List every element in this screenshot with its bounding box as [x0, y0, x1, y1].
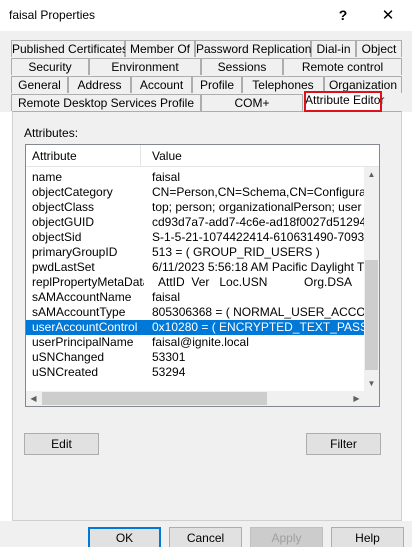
tab-dial-in[interactable]: Dial-in — [311, 40, 356, 57]
table-row[interactable]: pwdLastSet 6/11/2023 5:56:18 AM Pacific D… — [26, 260, 364, 275]
attribute-name-cell: objectClass — [32, 200, 95, 214]
table-row[interactable]: uSNChanged 53301 — [26, 350, 364, 365]
close-icon[interactable]: ✕ — [368, 2, 408, 28]
attribute-value-cell: 513 = ( GROUP_RID_USERS ) — [152, 245, 320, 259]
list-rows: name faisal objectCategory CN=Person,CN=Sch… — [26, 170, 364, 380]
attribute-name-cell: objectSid — [32, 230, 82, 244]
tab-security[interactable]: Security — [11, 58, 89, 75]
attribute-value-cell: 805306368 = ( NORMAL_USER_ACCOUNT ) — [152, 305, 364, 319]
table-row[interactable]: primaryGroupID 513 = ( GROUP_RID_USERS ) — [26, 245, 364, 260]
attributes-label: Attributes: — [24, 126, 79, 140]
ok-button[interactable]: OK — [88, 527, 161, 547]
attributes-list[interactable]: Attribute Value name faisal objectCategory… — [25, 144, 380, 407]
tab-remote-control[interactable]: Remote control — [283, 58, 402, 75]
column-header-value[interactable]: Value — [152, 149, 182, 163]
tab-remote-desktop-services-profile[interactable]: Remote Desktop Services Profile — [11, 94, 201, 111]
attribute-value-cell: cd93d7a7-add7-4c6e-ad18f0027d51294a — [152, 215, 364, 229]
vertical-scroll-thumb[interactable] — [365, 260, 378, 370]
tab-member-of[interactable]: Member Of — [125, 40, 195, 57]
attribute-value-cell: top; person; organizationalPerson; user — [152, 200, 362, 214]
tab-object[interactable]: Object — [356, 40, 402, 57]
horizontal-scroll-thumb[interactable] — [42, 392, 267, 405]
attribute-value-cell: 53301 — [152, 350, 186, 364]
scroll-down-icon[interactable]: ▼ — [364, 376, 379, 391]
horizontal-scrollbar[interactable]: ◀ ▶ — [26, 391, 364, 406]
list-header: Attribute Value — [26, 145, 379, 167]
vertical-scrollbar[interactable]: ▲ ▼ — [364, 167, 379, 391]
tab-address[interactable]: Address — [68, 76, 131, 93]
attribute-name-cell: sAMAccountType — [32, 305, 126, 319]
tab-sessions[interactable]: Sessions — [201, 58, 283, 75]
table-row[interactable]: sAMAccountType 805306368 = ( NORMAL_USER_… — [26, 305, 364, 320]
tab-environment[interactable]: Environment — [89, 58, 201, 75]
attribute-value-cell: CN=Person,CN=Schema,CN=Configuration,DC — [152, 185, 364, 199]
attribute-editor-panel: Attributes: Attribute Value name faisal ob… — [12, 111, 402, 521]
attribute-value-cell: 0x10280 = ( ENCRYPTED_TEXT_PASSWORD — [152, 320, 364, 334]
window-title: faisal Properties — [9, 8, 96, 22]
attribute-value-cell: faisal@ignite.local — [152, 335, 249, 349]
table-row[interactable]: replPropertyMetaData AttID Ver Loc.USN O… — [26, 275, 364, 290]
table-row[interactable]: objectCategory CN=Person,CN=Schema,CN=Con… — [26, 185, 364, 200]
title-bar: faisal Properties ? ✕ — [0, 0, 412, 31]
table-row[interactable]: sAMAccountName faisal — [26, 290, 364, 305]
attribute-name-cell: objectGUID — [32, 215, 95, 229]
attribute-name-cell: objectCategory — [32, 185, 113, 199]
attribute-name-cell: pwdLastSet — [32, 260, 95, 274]
tab-attribute-editor[interactable]: Attribute Editor — [304, 91, 384, 112]
table-row[interactable]: objectClass top; person; organizationalPe… — [26, 200, 364, 215]
attribute-value-cell: faisal — [152, 170, 181, 184]
tab-account[interactable]: Account — [131, 76, 192, 93]
apply-button[interactable]: Apply — [250, 527, 323, 547]
table-row[interactable]: objectGUID cd93d7a7-add7-4c6e-ad18f0027d5… — [26, 215, 364, 230]
scroll-up-icon[interactable]: ▲ — [364, 167, 379, 182]
tab-strip: Published Certificates Member Of Passwor… — [0, 31, 412, 112]
table-row[interactable]: name faisal — [26, 170, 364, 185]
scroll-right-icon[interactable]: ▶ — [349, 391, 364, 406]
help-button[interactable]: Help — [331, 527, 404, 547]
scrollbar-corner — [364, 391, 379, 406]
tab-general[interactable]: General — [11, 76, 68, 93]
attribute-name-cell: sAMAccountName — [32, 290, 132, 304]
attribute-value-cell: S-1-5-21-1074422414-610631490-709371673 — [152, 230, 364, 244]
attribute-name-cell: uSNCreated — [32, 365, 99, 379]
attribute-name-cell: replPropertyMetaData — [32, 275, 144, 289]
scroll-left-icon[interactable]: ◀ — [26, 391, 41, 406]
attribute-value-cell: 6/11/2023 5:56:18 AM Pacific Daylight Ti… — [152, 260, 364, 274]
attribute-name-cell: userAccountControl — [32, 320, 138, 334]
column-header-attribute[interactable]: Attribute — [32, 149, 77, 163]
table-row[interactable]: objectSid S-1-5-21-1074422414-610631490-7… — [26, 230, 364, 245]
attribute-value-cell: 53294 — [152, 365, 186, 379]
tab-password-replication[interactable]: Password Replication — [195, 40, 311, 57]
attribute-name-cell: name — [32, 170, 63, 184]
attribute-value-cell: faisal — [152, 290, 181, 304]
table-row[interactable]: userPrincipalName faisal@ignite.local — [26, 335, 364, 350]
table-row[interactable]: userAccountControl 0x10280 = ( ENCRYPTED_… — [26, 320, 364, 335]
attribute-name-cell: primaryGroupID — [32, 245, 118, 259]
tab-profile[interactable]: Profile — [192, 76, 242, 93]
attribute-name-cell: uSNChanged — [32, 350, 105, 364]
column-divider[interactable] — [140, 145, 141, 167]
cancel-button[interactable]: Cancel — [169, 527, 242, 547]
tab-com-plus[interactable]: COM+ — [201, 94, 303, 111]
attribute-value-cell: AttID Ver Loc.USN Org.DSA — [152, 275, 353, 289]
help-icon[interactable]: ? — [323, 2, 363, 28]
edit-button[interactable]: Edit — [24, 433, 99, 455]
tab-published-certificates[interactable]: Published Certificates — [11, 40, 128, 57]
table-row[interactable]: uSNCreated 53294 — [26, 365, 364, 380]
attribute-name-cell: userPrincipalName — [32, 335, 134, 349]
filter-button[interactable]: Filter — [306, 433, 381, 455]
